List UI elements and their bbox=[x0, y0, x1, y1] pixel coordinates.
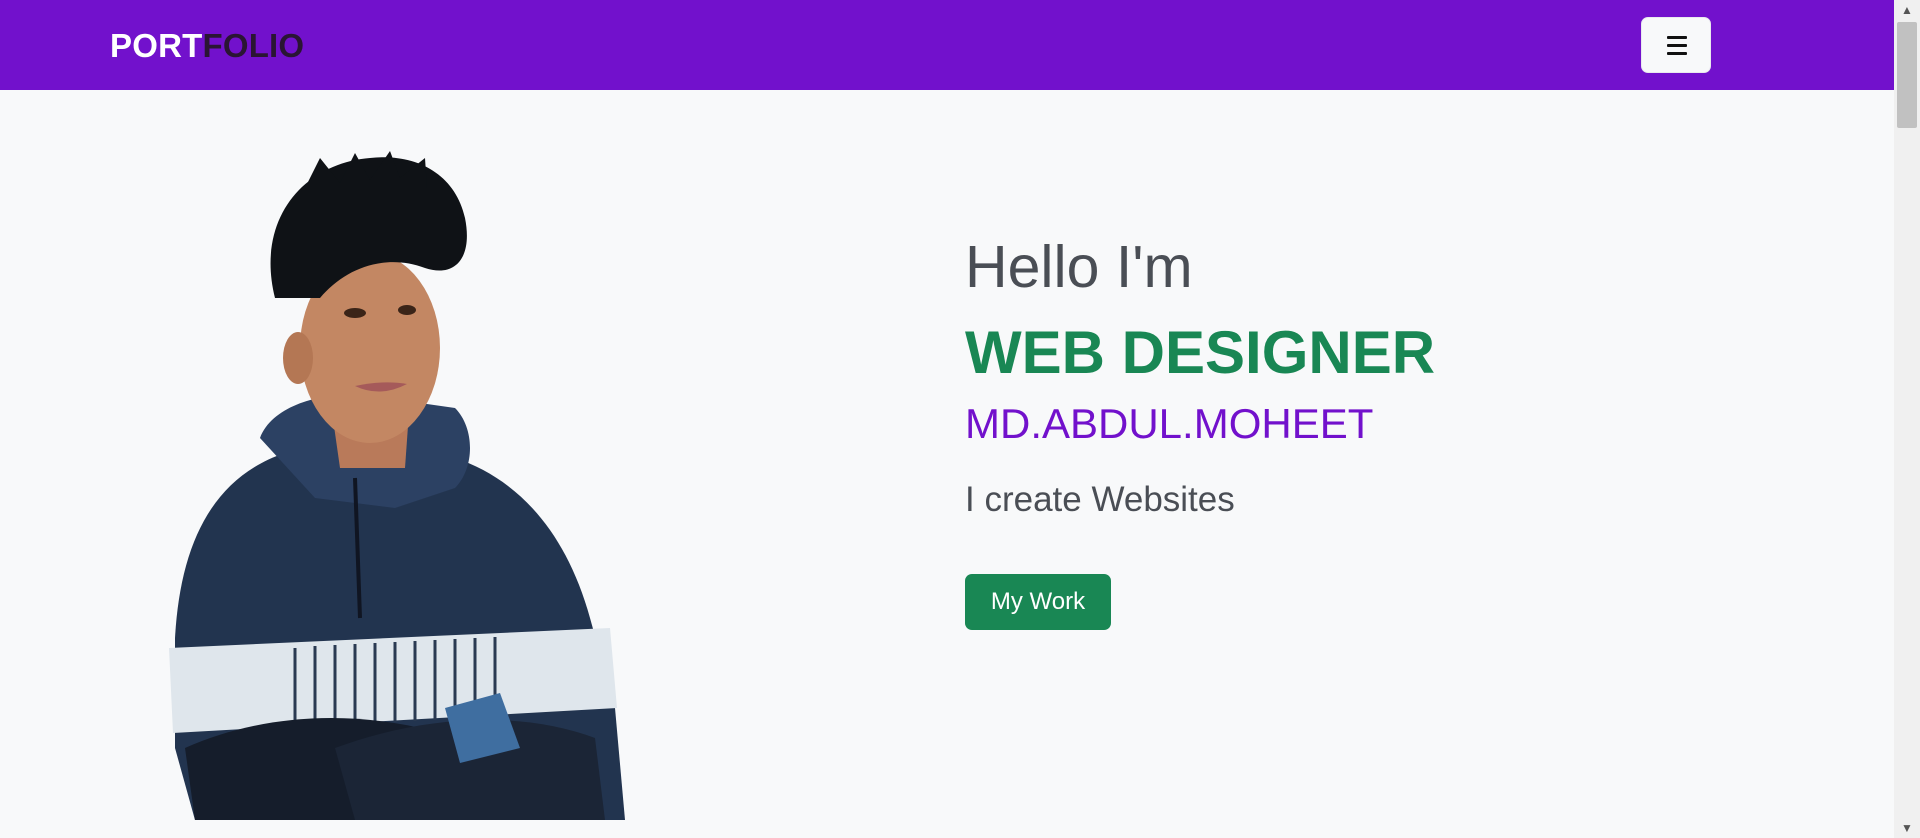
scrollbar-thumb[interactable] bbox=[1897, 22, 1917, 128]
page: PORTFOLIO Hello I'm WEB DESIGNER MD.ABDU… bbox=[0, 0, 1920, 838]
chevron-down-icon[interactable]: ▼ bbox=[1894, 818, 1920, 838]
page-scrollbar[interactable]: ▲ ▼ bbox=[1894, 0, 1920, 838]
hero-tagline: I create Websites bbox=[965, 480, 1235, 519]
navbar: PORTFOLIO bbox=[0, 0, 1894, 90]
chevron-up-icon[interactable]: ▲ bbox=[1894, 0, 1920, 20]
profile-photo bbox=[169, 151, 625, 820]
navbar-toggle-button[interactable] bbox=[1641, 17, 1711, 73]
hero-greeting: Hello I'm bbox=[965, 234, 1193, 300]
brand-logo[interactable]: PORTFOLIO bbox=[110, 26, 304, 66]
brand-logo-part1: PORT bbox=[110, 27, 203, 64]
hero-name: MD.ABDUL.MOHEET bbox=[965, 400, 1374, 447]
brand-logo-part2: FOLIO bbox=[202, 27, 305, 64]
hero-role-title: WEB DESIGNER bbox=[965, 319, 1436, 386]
my-work-button[interactable]: My Work bbox=[965, 574, 1111, 630]
